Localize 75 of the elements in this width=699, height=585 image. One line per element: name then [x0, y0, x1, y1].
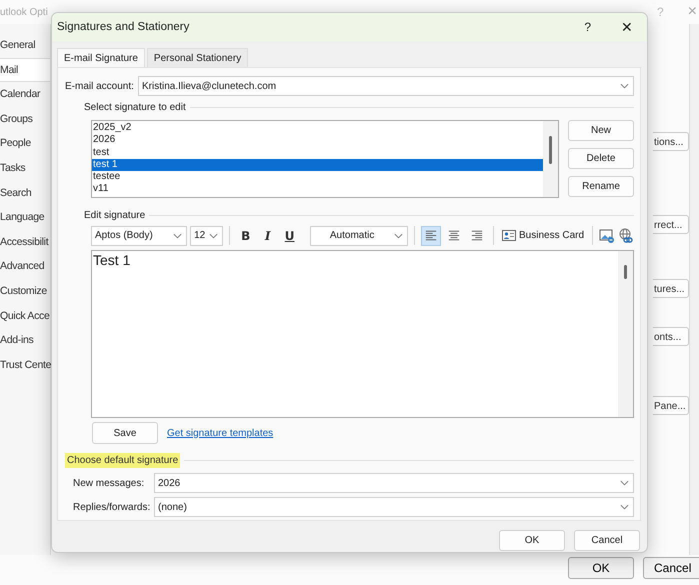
- chevron-icon: [209, 232, 218, 238]
- account-dropdown[interactable]: Kristina.Ilieva@clunetech.com: [138, 76, 634, 96]
- sidebar-item[interactable]: Mail: [0, 58, 50, 82]
- field-label: E-mail account:: [65, 80, 135, 92]
- save-button[interactable]: Save: [92, 422, 158, 444]
- font-dropdown[interactable]: Aptos (Body): [91, 226, 188, 246]
- field-label: New messages:: [72, 478, 146, 488]
- signature-dropdown[interactable]: (none): [154, 497, 634, 517]
- dialog-button[interactable]: Cancel: [574, 530, 640, 551]
- option-button[interactable]: tures...: [653, 279, 689, 298]
- signature-dropdown[interactable]: 2026: [154, 473, 634, 493]
- tab[interactable]: Personal Stationery: [146, 48, 248, 67]
- signature-list[interactable]: 2025_v2 2026 test test 1 testee v11: [91, 120, 559, 198]
- field-label: Replies/forwards:: [72, 502, 152, 512]
- size-dropdown[interactable]: 12: [190, 226, 224, 246]
- sidebar-item[interactable]: Groups: [0, 106, 50, 132]
- sidebar-item[interactable]: Search: [0, 180, 50, 206]
- sidebar-item[interactable]: Quick Acce: [0, 304, 50, 328]
- list-item[interactable]: testee: [92, 171, 543, 184]
- option-button[interactable]: Pane...: [653, 396, 689, 415]
- chevron-icon: [620, 83, 629, 89]
- section-label: Select signature to edit: [84, 102, 186, 112]
- dialog-title: Signatures and Stationery: [57, 21, 190, 33]
- signature-editor[interactable]: Test 1: [91, 250, 634, 418]
- chevron-icon: [173, 232, 182, 238]
- sidebar-item[interactable]: People: [0, 131, 50, 156]
- underline-button[interactable]: U: [280, 226, 300, 246]
- dialog-button[interactable]: Cancel: [643, 557, 699, 579]
- sidebar-item[interactable]: Customize: [0, 278, 50, 304]
- globe-link-icon[interactable]: [618, 228, 634, 244]
- bold-button[interactable]: B: [236, 226, 256, 246]
- color-dropdown[interactable]: Automatic: [310, 226, 408, 246]
- align-lines-icon: [471, 229, 484, 242]
- section-label: Choose default signature: [65, 452, 180, 468]
- option-button[interactable]: rrect...: [653, 215, 689, 234]
- list-item[interactable]: 2025_v2: [92, 122, 543, 134]
- scrollbar[interactable]: [689, 24, 699, 555]
- sidebar-item[interactable]: Calendar: [0, 82, 50, 107]
- sidebar-item[interactable]: General: [0, 33, 50, 58]
- list-item[interactable]: test: [92, 146, 543, 159]
- align-lines-icon: [425, 229, 438, 242]
- list-item[interactable]: test 1: [92, 158, 543, 172]
- scrollbar-thumb[interactable]: [549, 136, 552, 164]
- sidebar-item[interactable]: Tasks: [0, 156, 50, 181]
- tab[interactable]: E-mail Signature: [57, 48, 145, 67]
- contact-card-icon: [502, 230, 516, 241]
- dialog-button[interactable]: OK: [568, 557, 634, 579]
- option-button[interactable]: onts...: [653, 327, 689, 346]
- chevron-icon: [394, 232, 404, 238]
- picture-icon[interactable]: [599, 228, 615, 244]
- list-button[interactable]: New: [568, 120, 634, 141]
- sidebar-item[interactable]: Advanced: [0, 254, 50, 279]
- help-button[interactable]: ?: [584, 20, 591, 34]
- section-label: Edit signature: [84, 210, 146, 220]
- window-title: utlook Opti: [0, 6, 48, 18]
- dialog-button[interactable]: OK: [499, 530, 565, 551]
- list-button[interactable]: Rename: [568, 176, 634, 197]
- signature-text: Test 1: [92, 251, 132, 269]
- list-item[interactable]: v11: [92, 183, 543, 196]
- italic-button[interactable]: I: [258, 226, 278, 246]
- templates-link[interactable]: Get signature templates: [167, 428, 274, 438]
- option-button[interactable]: tions...: [653, 132, 689, 151]
- chevron-icon: [620, 504, 629, 510]
- list-item[interactable]: 2026: [92, 134, 543, 147]
- scrollbar-thumb[interactable]: [624, 265, 627, 279]
- close-button[interactable]: ✕: [621, 19, 633, 35]
- business-card-button[interactable]: Business Card: [500, 226, 586, 246]
- list-button[interactable]: Delete: [568, 148, 634, 169]
- align-left-button[interactable]: [421, 226, 442, 246]
- sidebar-item[interactable]: Accessibilit: [0, 230, 50, 254]
- align-lines-icon: [448, 229, 460, 242]
- chevron-icon: [620, 480, 629, 486]
- sidebar-item[interactable]: Language: [0, 205, 50, 230]
- sidebar-item[interactable]: Trust Cente: [0, 352, 50, 378]
- sidebar-item[interactable]: Add-ins: [0, 328, 50, 353]
